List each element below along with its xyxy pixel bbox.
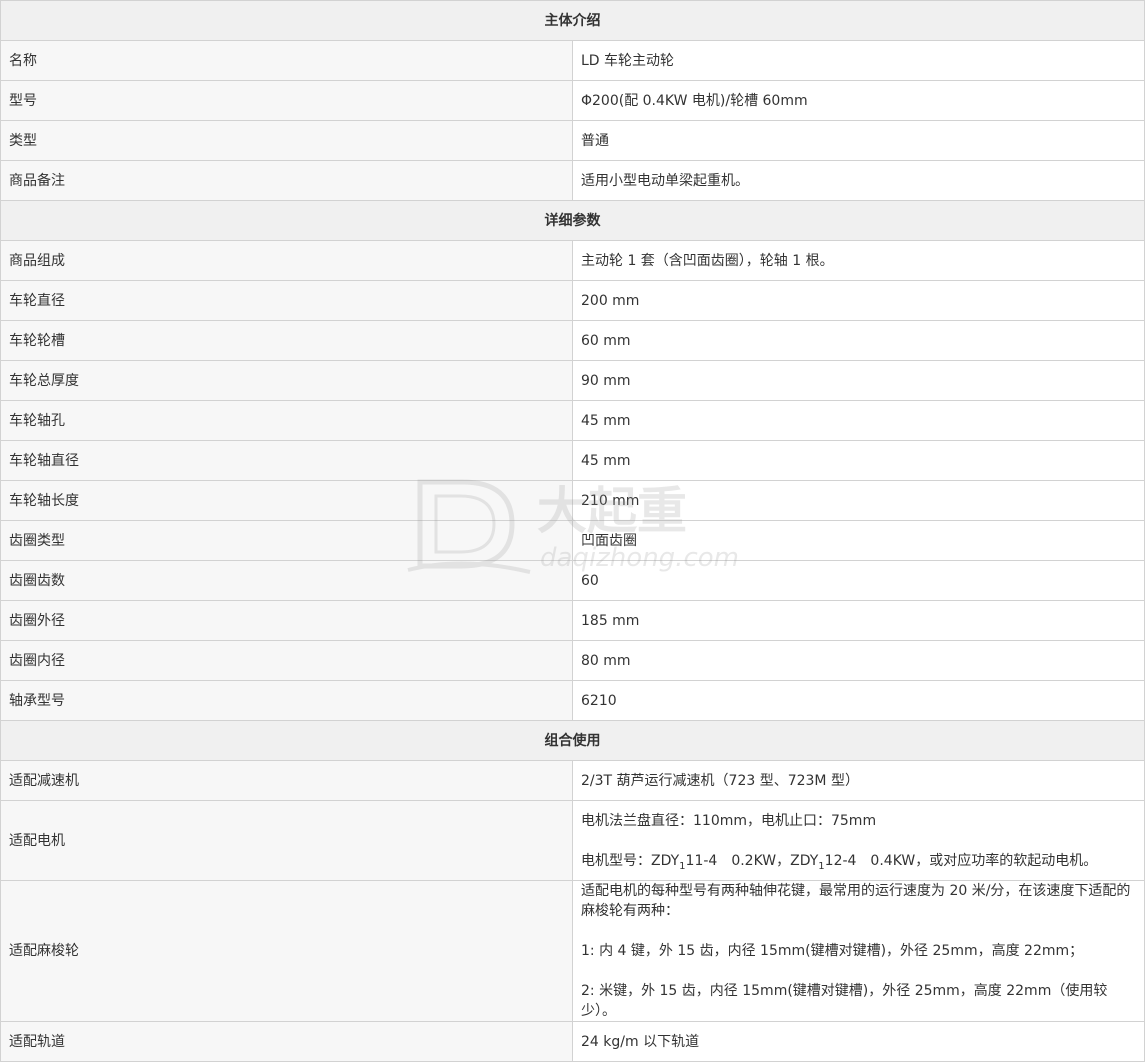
row-value: 凹面齿圈 <box>572 520 1145 561</box>
table-row: 车轮直径 200 mm <box>0 280 1145 321</box>
row-value: 60 <box>572 560 1145 601</box>
table-row: 类型 普通 <box>0 120 1145 161</box>
row-value: 45 mm <box>572 440 1145 481</box>
row-value: 普通 <box>572 120 1145 161</box>
table-row: 适配麻梭轮 适配电机的每种型号有两种轴伸花键，最常用的运行速度为 20 米/分，… <box>0 880 1145 1022</box>
motor-flange-line: 电机法兰盘直径：110mm，电机止口：75mm <box>581 812 877 829</box>
table-row: 车轮轴孔 45 mm <box>0 400 1145 441</box>
table-row: 齿圈齿数 60 <box>0 560 1145 601</box>
table-row: 齿圈内径 80 mm <box>0 640 1145 681</box>
row-value: 电机法兰盘直径：110mm，电机止口：75mm 电机型号：ZDY111-4 0.… <box>572 800 1145 881</box>
row-value: 45 mm <box>572 400 1145 441</box>
section-header-combo: 组合使用 <box>0 720 1145 761</box>
motor-model-text-c: 12-4 0.4KW，或对应功率的软起动电机。 <box>824 852 1098 869</box>
gear-intro-line: 适配电机的每种型号有两种轴伸花键，最常用的运行速度为 20 米/分，在该速度下适… <box>581 883 1131 919</box>
table-row: 型号 Φ200(配 0.4KW 电机)/轮槽 60mm <box>0 80 1145 121</box>
row-key: 商品备注 <box>0 160 573 201</box>
row-value: 2/3T 葫芦运行减速机（723 型、723M 型） <box>572 760 1145 801</box>
row-key: 齿圈内径 <box>0 640 573 681</box>
row-value: 6210 <box>572 680 1145 721</box>
section-header-intro: 主体介绍 <box>0 0 1145 41</box>
table-row: 车轮轴长度 210 mm <box>0 480 1145 521</box>
table-row: 适配轨道 24 kg/m 以下轨道 <box>0 1021 1145 1062</box>
motor-model-text-b: 11-4 0.2KW，ZDY <box>685 852 819 869</box>
row-value: 200 mm <box>572 280 1145 321</box>
row-value: 60 mm <box>572 320 1145 361</box>
row-key: 齿圈齿数 <box>0 560 573 601</box>
table-row: 车轮轴直径 45 mm <box>0 440 1145 481</box>
table-row: 商品备注 适用小型电动单梁起重机。 <box>0 160 1145 201</box>
row-key: 车轮轴长度 <box>0 480 573 521</box>
row-key: 齿圈外径 <box>0 600 573 641</box>
gear-option-1-line: 1: 内 4 键，外 15 齿，内径 15mm(键槽对键槽)，外径 25mm，高… <box>581 943 1084 959</box>
row-key: 齿圈类型 <box>0 520 573 561</box>
row-key: 车轮总厚度 <box>0 360 573 401</box>
product-spec-table: 主体介绍 名称 LD 车轮主动轮 型号 Φ200(配 0.4KW 电机)/轮槽 … <box>0 0 1145 1062</box>
row-key: 适配电机 <box>0 800 573 881</box>
row-value: 适配电机的每种型号有两种轴伸花键，最常用的运行速度为 20 米/分，在该速度下适… <box>572 880 1145 1022</box>
row-value: 90 mm <box>572 360 1145 401</box>
motor-model-text-a: 电机型号：ZDY <box>581 852 680 869</box>
table-row: 车轮轮槽 60 mm <box>0 320 1145 361</box>
row-value: 主动轮 1 套（含凹面齿圈），轮轴 1 根。 <box>572 240 1145 281</box>
row-value: 适用小型电动单梁起重机。 <box>572 160 1145 201</box>
row-key: 车轮直径 <box>0 280 573 321</box>
table-row: 齿圈类型 凹面齿圈 <box>0 520 1145 561</box>
row-key: 车轮轴孔 <box>0 400 573 441</box>
row-key: 车轮轮槽 <box>0 320 573 361</box>
table-row: 轴承型号 6210 <box>0 680 1145 721</box>
table-row: 适配减速机 2/3T 葫芦运行减速机（723 型、723M 型） <box>0 760 1145 801</box>
row-key: 车轮轴直径 <box>0 440 573 481</box>
row-value: 185 mm <box>572 600 1145 641</box>
row-value: 24 kg/m 以下轨道 <box>572 1021 1145 1062</box>
row-key: 适配麻梭轮 <box>0 880 573 1022</box>
table-row: 齿圈外径 185 mm <box>0 600 1145 641</box>
gear-option-2-line: 2: 米键，外 15 齿，内径 15mm(键槽对键槽)，外径 25mm，高度 2… <box>581 983 1108 1019</box>
table-row: 车轮总厚度 90 mm <box>0 360 1145 401</box>
table-row: 名称 LD 车轮主动轮 <box>0 40 1145 81</box>
row-key: 型号 <box>0 80 573 121</box>
table-row: 适配电机 电机法兰盘直径：110mm，电机止口：75mm 电机型号：ZDY111… <box>0 800 1145 881</box>
row-key: 轴承型号 <box>0 680 573 721</box>
row-value: 210 mm <box>572 480 1145 521</box>
row-value: Φ200(配 0.4KW 电机)/轮槽 60mm <box>572 80 1145 121</box>
row-value: 80 mm <box>572 640 1145 681</box>
section-header-detail: 详细参数 <box>0 200 1145 241</box>
table-row: 商品组成 主动轮 1 套（含凹面齿圈），轮轴 1 根。 <box>0 240 1145 281</box>
row-key: 类型 <box>0 120 573 161</box>
row-value: LD 车轮主动轮 <box>572 40 1145 81</box>
row-key: 适配减速机 <box>0 760 573 801</box>
motor-model-line: 电机型号：ZDY111-4 0.2KW，ZDY112-4 0.4KW，或对应功率… <box>581 851 1136 871</box>
row-key: 商品组成 <box>0 240 573 281</box>
row-key: 名称 <box>0 40 573 81</box>
row-key: 适配轨道 <box>0 1021 573 1062</box>
